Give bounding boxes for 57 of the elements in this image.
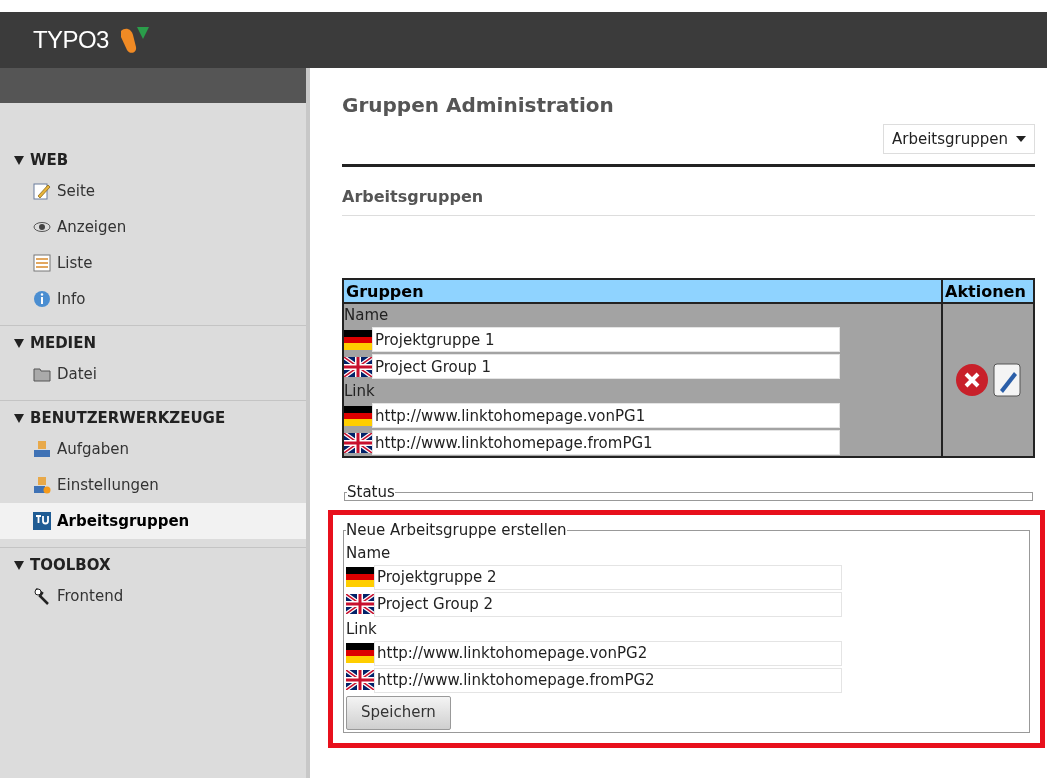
fieldset-legend: Status (347, 484, 395, 500)
uk-flag-icon (344, 356, 372, 377)
logo-text: TYPO3 (33, 25, 109, 55)
field-label: Name (344, 305, 390, 326)
text-input[interactable]: Projektgruppe 2 (374, 564, 842, 590)
sidebar-item[interactable]: Seite (0, 173, 306, 209)
edit-icon[interactable] (993, 363, 1021, 397)
german-flag-icon (344, 405, 372, 426)
caret-icon (1016, 136, 1026, 142)
uk-flag-icon (344, 432, 372, 453)
field-label: Name (346, 542, 392, 564)
section-header[interactable]: BENUTZERWERKZEUGE (0, 401, 306, 431)
section-header[interactable]: MEDIEN (0, 326, 306, 356)
sidebar-item[interactable]: Einstellungen (0, 467, 306, 503)
text-input[interactable]: Project Group 2 (374, 591, 842, 617)
triangle-icon (14, 155, 24, 165)
text-input[interactable]: http://www.linktohomepage.fromPG2 (374, 667, 842, 693)
list-icon (33, 254, 51, 272)
info-icon (33, 290, 51, 308)
delete-icon[interactable] (955, 363, 989, 397)
sidebar-item[interactable]: Arbeitsgruppen (0, 503, 306, 539)
triangle-icon (14, 413, 24, 423)
section-header[interactable]: TOOLBOX (0, 548, 306, 578)
page-title: Gruppen Administration (342, 92, 615, 119)
sidebar-item[interactable]: Datei (0, 356, 306, 392)
user-icon (33, 440, 51, 458)
sidebar-item[interactable]: Aufgaben (0, 431, 306, 467)
sidebar-item[interactable]: Anzeigen (0, 209, 306, 245)
german-flag-icon (346, 567, 374, 587)
function-select[interactable]: Arbeitsgruppen (883, 124, 1035, 154)
text-input[interactable]: Project Group 1 (372, 354, 840, 379)
column-header: Aktionen (941, 280, 1033, 302)
text-input[interactable]: http://www.linktohomepage.fromPG1 (372, 430, 840, 455)
sidebar-item[interactable]: Frontend (0, 578, 306, 614)
sidebar-item[interactable]: Liste (0, 245, 306, 281)
column-header: Gruppen (345, 281, 425, 302)
tu-logo-icon (33, 512, 51, 530)
triangle-icon (14, 560, 24, 570)
fieldset-legend: Neue Arbeitsgruppe erstellen (346, 519, 567, 542)
text-input[interactable]: Projektgruppe 1 (372, 327, 840, 352)
german-flag-icon (346, 643, 374, 663)
triangle-icon (14, 338, 24, 348)
uk-flag-icon (346, 594, 374, 614)
text-input[interactable]: http://www.linktohomepage.vonPG2 (374, 640, 842, 666)
section-title: Arbeitsgruppen (342, 186, 485, 208)
save-button[interactable]: Speichern (346, 695, 451, 730)
folder-icon (33, 365, 51, 383)
page-pencil-icon (33, 182, 51, 200)
user-gear-icon (33, 476, 51, 494)
german-flag-icon (344, 329, 372, 350)
uk-flag-icon (346, 670, 374, 690)
sidebar-item[interactable]: Info (0, 281, 306, 317)
section-header[interactable]: WEB (0, 143, 306, 173)
field-label: Link (346, 618, 378, 640)
field-label: Link (344, 381, 376, 402)
tool-icon (33, 587, 51, 605)
text-input[interactable]: http://www.linktohomepage.vonPG1 (372, 403, 840, 428)
